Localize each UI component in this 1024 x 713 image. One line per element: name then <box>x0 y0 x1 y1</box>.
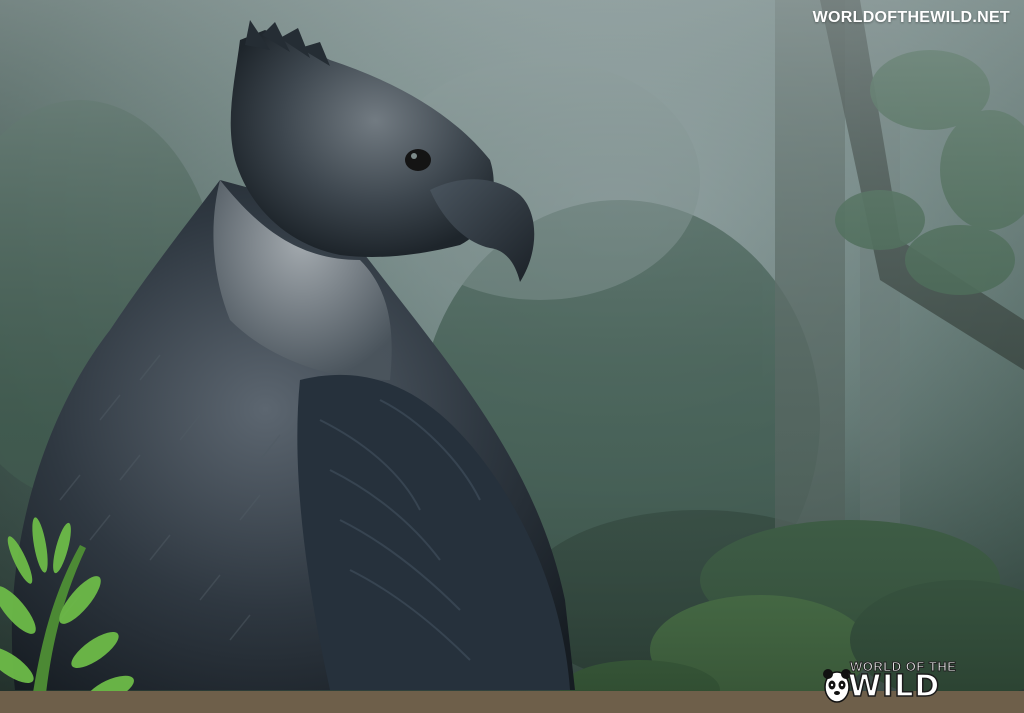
harpy-eagle-photo <box>0 0 1024 713</box>
eye <box>405 149 431 171</box>
watermark-url: WORLDOFTHEWILD.NET <box>812 9 1010 26</box>
logo-main-text: Wild <box>847 669 941 704</box>
brand-logo: World of the Wild <box>822 657 980 707</box>
photo-scene: WORLDOFTHEWILD.NET World of the Wild <box>0 0 1024 713</box>
